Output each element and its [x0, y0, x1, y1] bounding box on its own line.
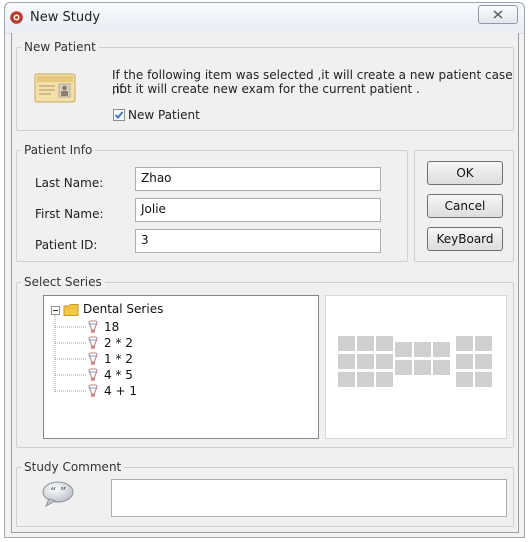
new-patient-checkbox-label[interactable]: New Patient	[128, 108, 200, 122]
preview-slot	[456, 336, 473, 351]
preview-slot	[357, 372, 374, 387]
preview-slot	[395, 342, 412, 357]
tree-item-label: 4 * 5	[104, 368, 133, 382]
app-logo-icon	[10, 11, 23, 24]
select-series-group: Select Series Dental Series 18 2 * 2 1 *…	[16, 275, 514, 448]
preview-slot	[414, 342, 431, 357]
preview-slot	[338, 372, 355, 387]
title-bar[interactable]: New Study	[5, 3, 524, 34]
preview-slot	[376, 354, 393, 369]
preview-slot	[395, 360, 412, 375]
new-study-dialog: New Study New Patient If the following i…	[4, 2, 525, 538]
tree-item-label: 4 + 1	[104, 384, 137, 398]
patient-info-group-label: Patient Info	[21, 143, 96, 157]
folder-icon	[63, 304, 79, 316]
tree-root-label: Dental Series	[83, 302, 164, 316]
patient-id-label: Patient ID:	[35, 238, 98, 252]
close-button[interactable]	[478, 5, 518, 24]
new-patient-checkbox[interactable]	[113, 109, 125, 121]
patient-card-icon	[34, 73, 76, 103]
new-patient-group: New Patient If the following item was se…	[16, 40, 514, 131]
tooth-series-icon	[88, 320, 98, 334]
study-comment-group-label: Study Comment	[21, 460, 125, 474]
preview-slot	[475, 336, 492, 351]
series-tree[interactable]: Dental Series 18 2 * 2 1 * 2 4 * 5 4 + 1	[43, 295, 319, 439]
tooth-series-icon	[88, 352, 98, 366]
preview-slot	[338, 336, 355, 351]
tree-item-label: 18	[104, 320, 120, 334]
preview-slot	[357, 354, 374, 369]
preview-slot	[376, 372, 393, 387]
last-name-label: Last Name:	[35, 176, 104, 190]
tree-item-label: 2 * 2	[104, 336, 133, 350]
preview-slot	[475, 372, 492, 387]
select-series-group-label: Select Series	[21, 275, 105, 289]
preview-slot	[357, 336, 374, 351]
svg-text:“ ”: “ ”	[50, 485, 66, 499]
comment-bubble-icon: “ ”	[42, 481, 74, 508]
study-comment-group: Study Comment “ ”	[16, 460, 514, 527]
new-patient-description-line2: not it will create new exam for the curr…	[112, 82, 420, 96]
action-buttons-group: OK Cancel KeyBoard	[414, 150, 514, 262]
preview-slot	[456, 372, 473, 387]
new-patient-group-label: New Patient	[21, 40, 99, 54]
first-name-input[interactable]: Jolie	[135, 198, 381, 222]
preview-slot	[433, 342, 450, 357]
tree-item-label: 1 * 2	[104, 352, 133, 366]
tooth-series-icon	[88, 336, 98, 350]
cancel-button[interactable]: Cancel	[427, 194, 503, 218]
window-title: New Study	[30, 10, 101, 25]
patient-id-input[interactable]: 3	[135, 229, 381, 253]
first-name-label: First Name:	[35, 207, 104, 221]
preview-slot	[376, 336, 393, 351]
tooth-series-icon	[88, 368, 98, 382]
study-comment-input[interactable]	[111, 479, 507, 517]
preview-slot	[456, 354, 473, 369]
preview-slot	[475, 354, 492, 369]
preview-slot	[433, 360, 450, 375]
preview-slot	[414, 360, 431, 375]
ok-button[interactable]: OK	[427, 161, 503, 185]
last-name-input[interactable]: Zhao	[135, 167, 381, 191]
close-icon	[493, 10, 503, 19]
series-layout-preview	[325, 295, 507, 439]
keyboard-button[interactable]: KeyBoard	[427, 227, 503, 251]
collapse-minus-icon[interactable]	[51, 306, 60, 315]
checkmark-icon	[114, 111, 124, 119]
dialog-client-area: New Patient If the following item was se…	[11, 33, 519, 533]
patient-info-group: Patient Info Last Name: Zhao First Name:…	[16, 143, 408, 262]
preview-slot	[338, 354, 355, 369]
tooth-series-icon	[88, 384, 98, 398]
